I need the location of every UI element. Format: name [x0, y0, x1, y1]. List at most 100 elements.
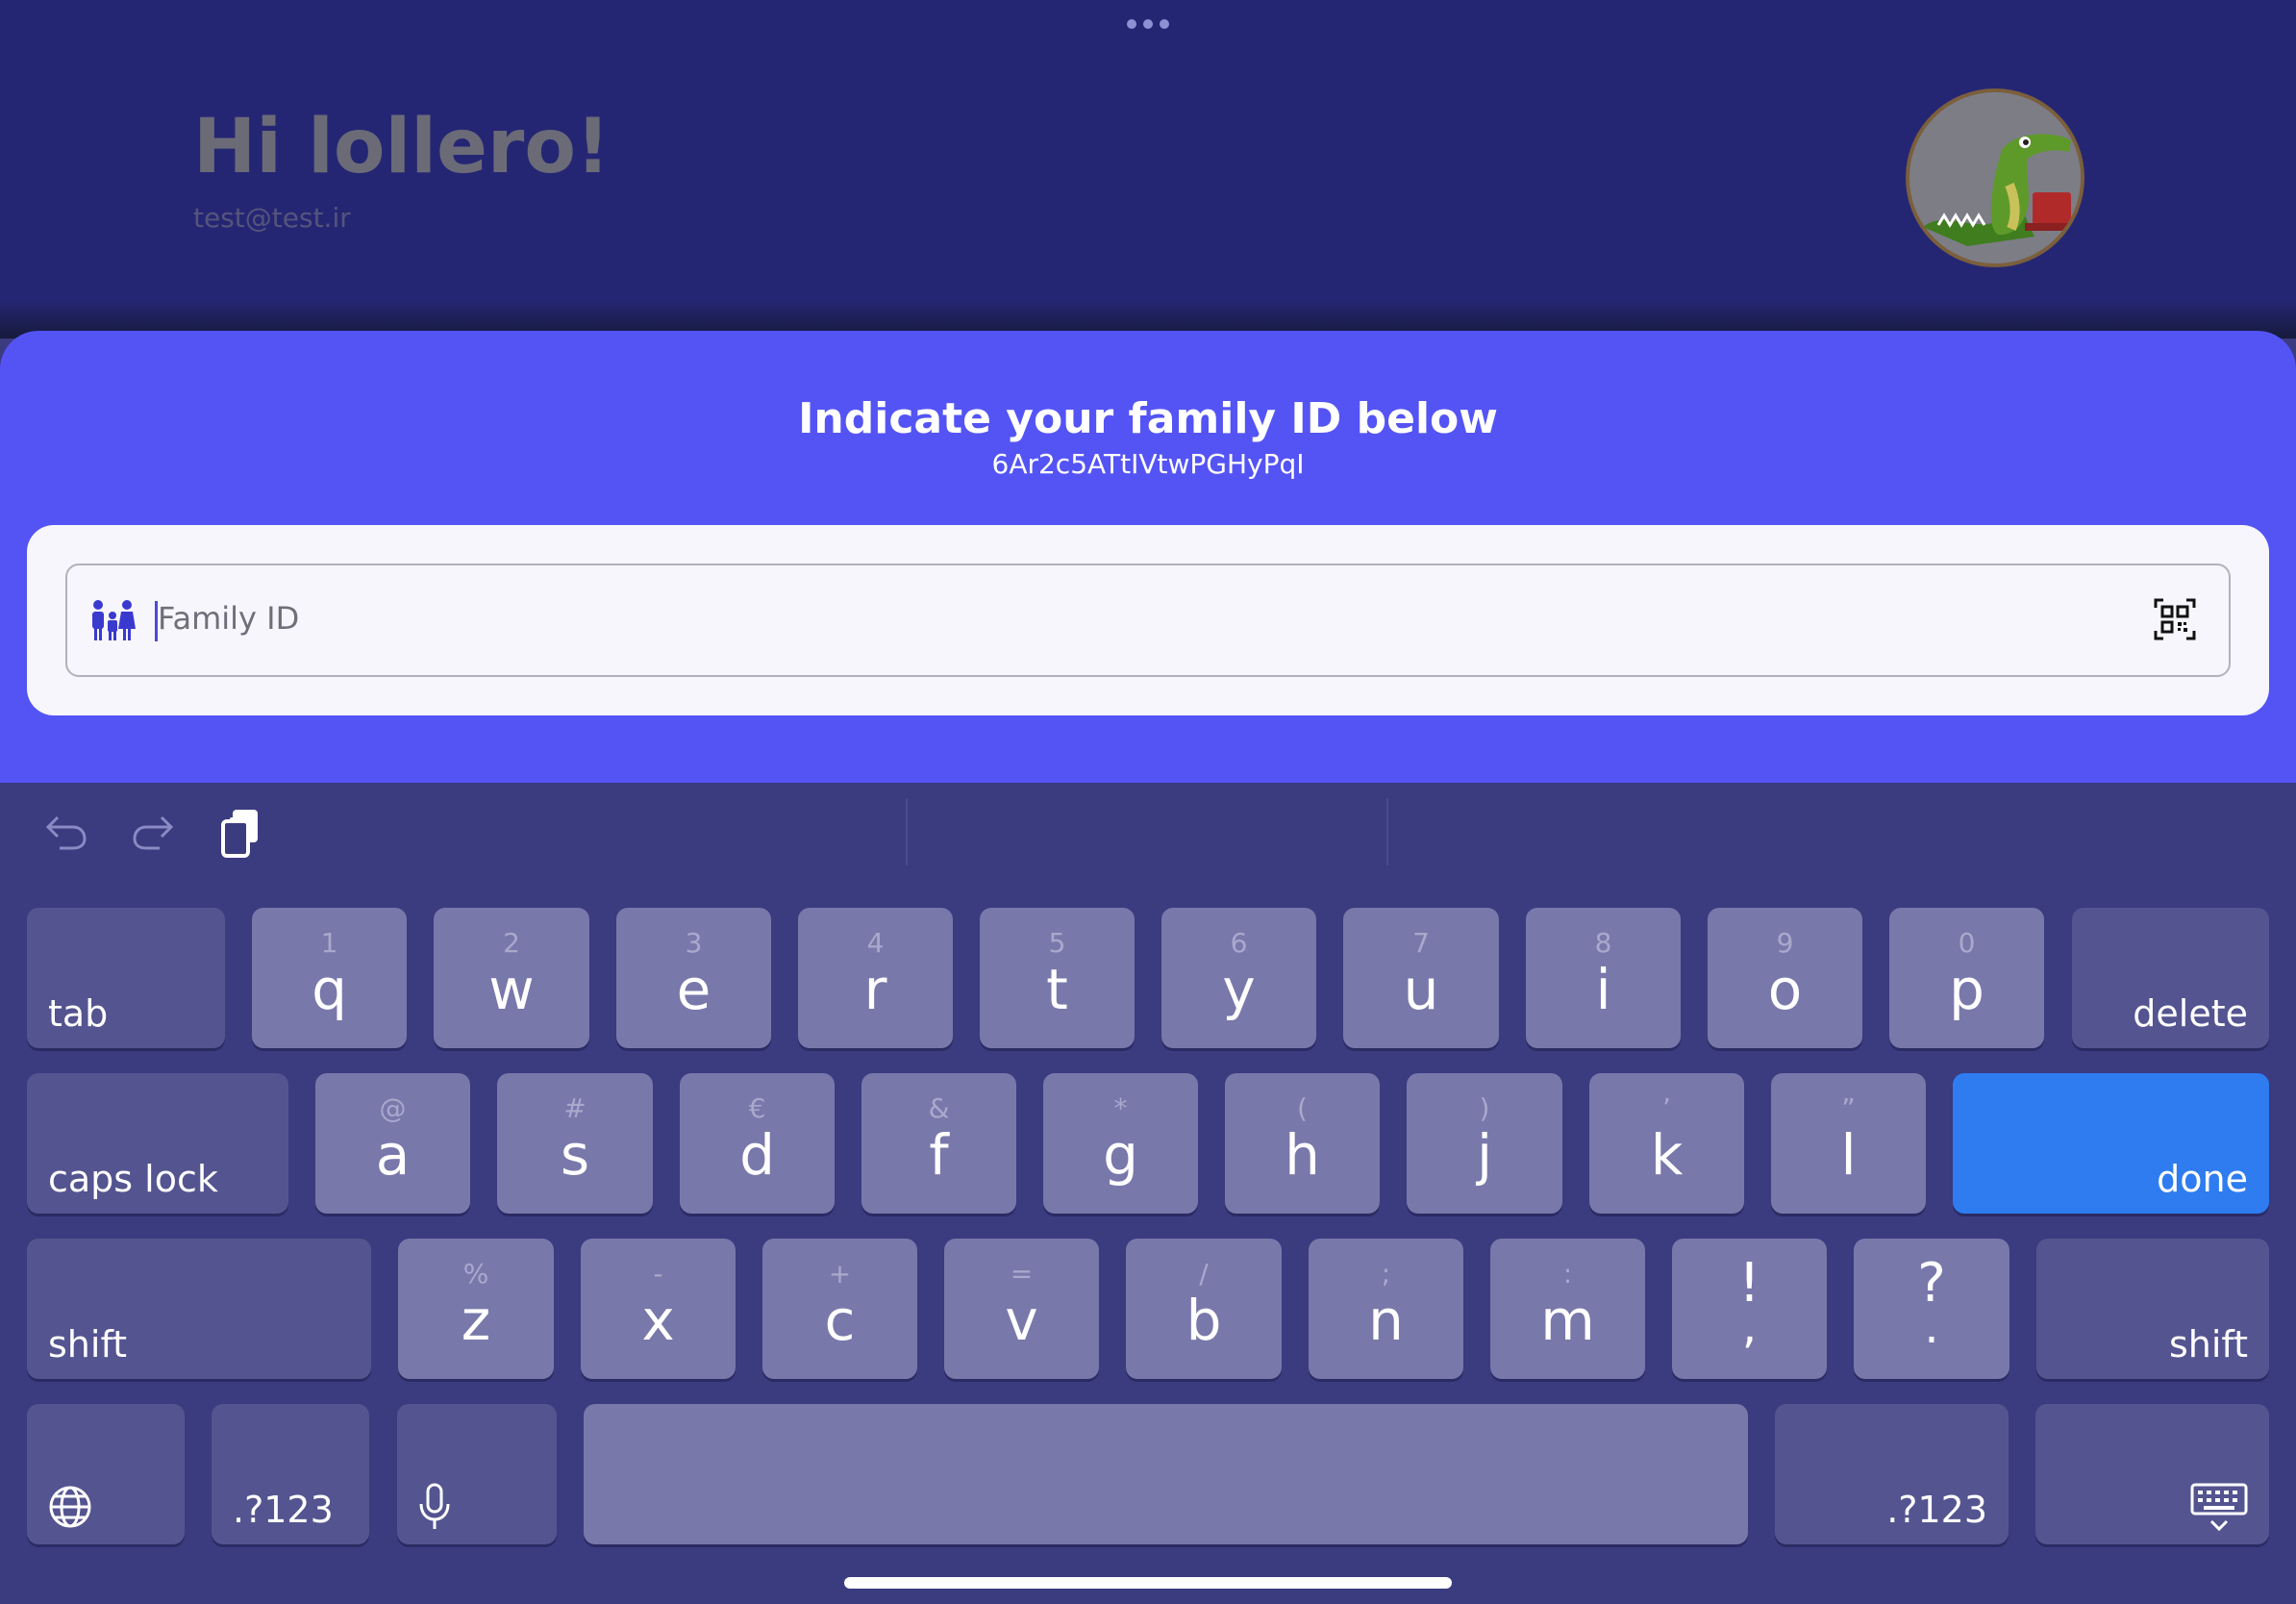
key-i[interactable]: 8i: [1526, 908, 1681, 1048]
key-hint: 2: [503, 927, 520, 959]
key-t[interactable]: 5t: [980, 908, 1135, 1048]
multitasking-dots-icon[interactable]: [1127, 19, 1169, 29]
key-p[interactable]: 0p: [1889, 908, 2044, 1048]
delete-key-label: delete: [2133, 992, 2248, 1035]
key-hint: 8: [1594, 927, 1612, 959]
key-hint: #: [563, 1092, 586, 1124]
key-hint: ): [1479, 1092, 1490, 1124]
key-hint: :: [1562, 1258, 1573, 1290]
key-b[interactable]: / b: [1126, 1239, 1282, 1379]
numbers-left-key[interactable]: .?123: [212, 1404, 369, 1544]
key-w[interactable]: 2w: [434, 908, 589, 1048]
key-letter: d: [739, 1122, 775, 1188]
key-question-period[interactable]: ?.: [1854, 1239, 2009, 1379]
numbers-right-key[interactable]: .?123: [1775, 1404, 2009, 1544]
key-u[interactable]: 7u: [1343, 908, 1499, 1048]
shift-right-key[interactable]: shift: [2036, 1239, 2269, 1379]
space-bar[interactable]: [584, 1404, 1748, 1544]
key-letter: i: [1595, 957, 1611, 1022]
key-c[interactable]: + c: [762, 1239, 917, 1379]
tab-key-label: tab: [48, 992, 109, 1035]
key-j[interactable]: ) j: [1407, 1073, 1562, 1214]
dismiss-keyboard-key[interactable]: [2035, 1404, 2269, 1544]
caps-lock-key[interactable]: caps lock: [27, 1073, 288, 1214]
key-m[interactable]: :m: [1490, 1239, 1645, 1379]
key-hint: @: [379, 1092, 407, 1124]
family-id-field[interactable]: [65, 564, 2231, 677]
key-q[interactable]: 1q: [252, 908, 407, 1048]
key-f[interactable]: & f: [861, 1073, 1016, 1214]
key-hint: 1: [320, 927, 338, 959]
key-hint: *: [1113, 1092, 1128, 1124]
qr-scan-icon[interactable]: [2154, 598, 2196, 640]
key-letter: f: [929, 1122, 949, 1188]
key-a[interactable]: @ a: [315, 1073, 470, 1214]
toolbar-divider: [906, 798, 908, 865]
key-z[interactable]: % z: [398, 1239, 554, 1379]
key-punct-bottom: .: [1924, 1300, 1939, 1354]
family-id-placeholder: Family ID: [158, 600, 300, 637]
key-hint: ’: [1662, 1092, 1671, 1124]
key-hint: €: [748, 1092, 766, 1124]
key-hint: &: [928, 1092, 950, 1124]
user-email: test@test.ir: [193, 202, 351, 234]
key-hint: /: [1199, 1258, 1209, 1290]
dictation-key[interactable]: [397, 1404, 557, 1544]
key-e[interactable]: 3e: [616, 908, 771, 1048]
key-letter: m: [1540, 1288, 1595, 1353]
key-exclaim-comma[interactable]: !,: [1672, 1239, 1827, 1379]
greeting-title: Hi lollero!: [193, 104, 611, 190]
key-l[interactable]: ” l: [1771, 1073, 1926, 1214]
redo-icon[interactable]: [131, 814, 175, 852]
key-letter: e: [676, 957, 711, 1022]
key-letter: p: [1949, 957, 1984, 1022]
shift-left-key[interactable]: shift: [27, 1239, 371, 1379]
microphone-icon: [419, 1483, 450, 1529]
key-k[interactable]: ’ k: [1589, 1073, 1744, 1214]
key-v[interactable]: = v: [944, 1239, 1099, 1379]
globe-key[interactable]: [27, 1404, 185, 1544]
key-x[interactable]: -x: [581, 1239, 736, 1379]
shift-right-label: shift: [2168, 1323, 2248, 1366]
key-g[interactable]: * g: [1043, 1073, 1198, 1214]
caps-lock-label: caps lock: [48, 1158, 218, 1200]
done-key[interactable]: done: [1953, 1073, 2269, 1214]
numbers-right-label: .?123: [1886, 1489, 1987, 1531]
key-n[interactable]: ; n: [1309, 1239, 1463, 1379]
home-indicator[interactable]: [844, 1577, 1452, 1589]
key-letter: k: [1650, 1122, 1684, 1188]
family-code-text: 6Ar2c5ATtIVtwPGHyPqI: [991, 448, 1305, 480]
key-hint: 4: [866, 927, 885, 959]
key-hint: ”: [1841, 1092, 1856, 1124]
key-letter: x: [641, 1288, 675, 1353]
key-letter: c: [824, 1288, 856, 1353]
key-hint: %: [462, 1258, 489, 1290]
key-d[interactable]: € d: [680, 1073, 835, 1214]
sheet-title: Indicate your family ID below: [798, 394, 1498, 443]
delete-key[interactable]: delete: [2072, 908, 2269, 1048]
key-letter: z: [461, 1288, 491, 1353]
key-o[interactable]: 9o: [1708, 908, 1862, 1048]
key-letter: u: [1403, 957, 1439, 1022]
avatar[interactable]: [1906, 88, 2084, 267]
key-letter: w: [488, 957, 535, 1022]
shift-left-label: shift: [48, 1323, 128, 1366]
undo-icon[interactable]: [44, 814, 88, 852]
key-hint: 9: [1776, 927, 1794, 959]
toolbar-divider: [1386, 798, 1388, 865]
key-hint: 5: [1048, 927, 1066, 959]
key-letter: g: [1103, 1122, 1138, 1188]
key-r[interactable]: 4r: [798, 908, 953, 1048]
key-s[interactable]: # s: [497, 1073, 653, 1214]
paste-icon[interactable]: [219, 808, 262, 860]
key-hint: ;: [1381, 1258, 1391, 1290]
key-h[interactable]: (h: [1225, 1073, 1380, 1214]
numbers-left-label: .?123: [233, 1489, 334, 1531]
key-letter: s: [560, 1122, 590, 1188]
tab-key[interactable]: tab: [27, 908, 225, 1048]
key-letter: b: [1185, 1288, 1222, 1353]
key-y[interactable]: 6y: [1161, 908, 1316, 1048]
key-hint: =: [1010, 1258, 1034, 1290]
key-letter: h: [1285, 1122, 1320, 1188]
key-letter: a: [375, 1122, 411, 1188]
